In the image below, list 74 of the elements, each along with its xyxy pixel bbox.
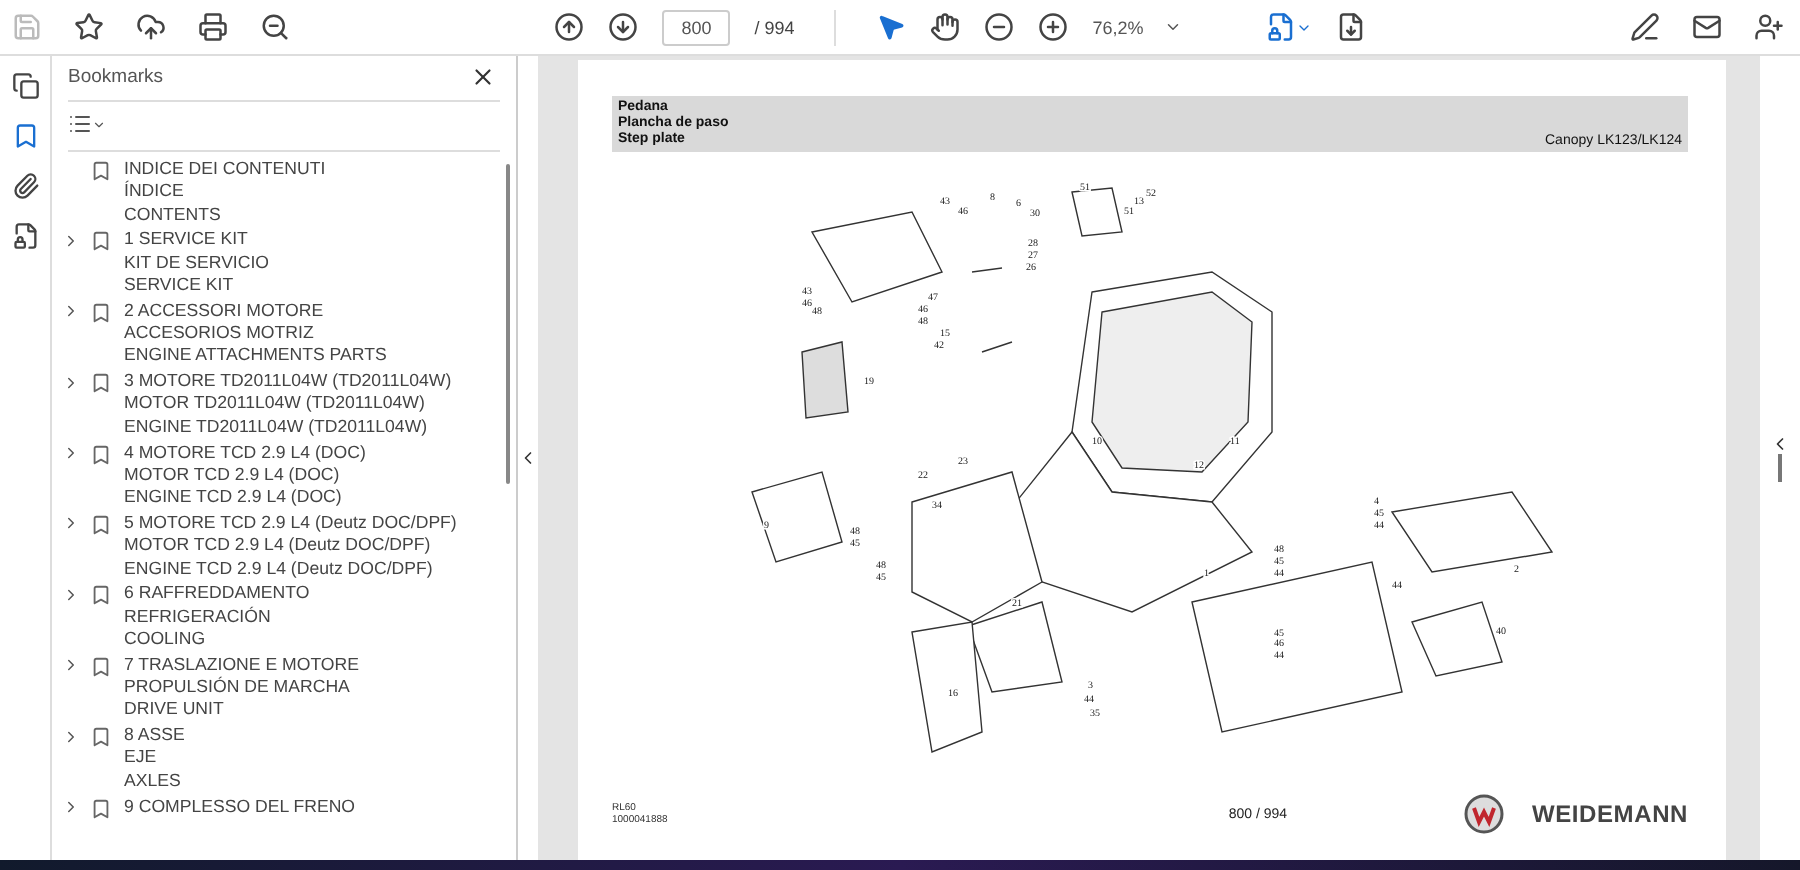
bookmark-item[interactable]: INDICE DEI CONTENUTI [124,158,326,181]
bookmark-item[interactable]: 1 SERVICE KIT [124,228,270,252]
expand-icon[interactable] [62,514,80,533]
bookmark-icon [90,301,112,324]
page-fit-icon[interactable] [1265,12,1312,42]
zoom-plus-icon[interactable] [1038,12,1069,42]
zoom-out-icon[interactable] [260,12,290,42]
previous-page-icon[interactable] [554,12,585,42]
caret-icon [92,117,106,131]
bookmark-icon [90,372,112,395]
bookmark-icon [90,513,112,536]
pointer-icon[interactable] [876,12,907,42]
cloud-upload-icon[interactable] [136,12,166,42]
bookmark-item[interactable]: PROPULSIÓN DE MARCHA [124,676,359,699]
bookmark-item[interactable]: ENGINE ATTACHMENTS PARTS [124,344,387,368]
bookmark-item[interactable]: ACCESORIOS MOTRIZ [124,322,387,345]
bookmark-icon[interactable] [11,122,39,150]
bookmark-item[interactable]: MOTOR TCD 2.9 L4 (Deutz DOC/DPF) [124,534,457,558]
expand-icon[interactable] [62,444,80,463]
bookmark-item[interactable]: CONTENTS [124,203,326,226]
expand-icon[interactable] [62,727,80,746]
bookmark-item[interactable]: 7 TRASLAZIONE E MOTORE [124,653,359,677]
expand-icon[interactable] [62,231,80,250]
scroll-mode-icon[interactable] [1335,12,1366,42]
bookmark-item[interactable]: 6 RAFFREDDAMENTO [124,582,310,606]
bookmark-icon [90,584,112,607]
caret-icon [1163,18,1182,36]
bookmark-icon [90,726,112,749]
print-icon[interactable] [198,12,228,42]
bookmark-item[interactable]: EJE [124,746,185,770]
bookmark-item[interactable]: ENGINE TCD 2.9 L4 (Deutz DOC/DPF) [124,557,457,580]
bookmark-icon [90,443,112,466]
star-icon[interactable] [74,12,104,42]
brand-name: WEIDEMANN [1531,800,1688,828]
expand-icon[interactable] [62,798,80,817]
expand-icon[interactable] [62,373,80,392]
file-lock-icon[interactable] [11,222,39,250]
bookmark-item[interactable]: DRIVE UNIT [124,698,359,722]
expand-icon[interactable] [62,302,80,321]
bookmark-item[interactable]: 4 MOTORE TCD 2.9 L4 (DOC) [124,441,366,464]
hand-icon[interactable] [930,12,961,42]
bookmark-item[interactable]: ENGINE TCD 2.9 L4 (DOC) [124,486,366,509]
bookmark-icon [90,797,112,820]
paperclip-icon[interactable] [11,172,39,200]
next-page-icon[interactable] [608,12,639,42]
bookmark-item[interactable]: 2 ACCESSORI MOTORE [124,299,387,323]
sign-icon[interactable] [1630,12,1660,42]
bookmark-item[interactable]: AXLES [124,769,185,793]
logo-icon [1463,794,1504,834]
bookmark-item[interactable]: ENGINE TD2011L04W (TD2011L04W) [124,415,452,439]
zoom-dropdown[interactable]: 76,2% [1092,17,1182,37]
page-total: / 994 [754,17,795,37]
close-icon[interactable] [470,63,496,89]
bookmark-item[interactable]: MOTOR TCD 2.9 L4 (DOC) [124,463,366,487]
add-user-icon[interactable] [1754,12,1784,42]
pages-icon[interactable] [11,72,39,100]
zoom-minus-icon[interactable] [984,12,1015,42]
page-number-field[interactable]: 800 [662,9,731,45]
expand-icon[interactable] [62,656,80,675]
bookmark-item[interactable]: REFRIGERACIÓN [124,605,310,628]
expand-icon[interactable] [62,585,80,604]
bookmark-item[interactable]: 5 MOTORE TCD 2.9 L4 (Deutz DOC/DPF) [124,511,457,535]
bookmark-item[interactable]: ÍNDICE [124,180,326,204]
bookmark-item[interactable]: SERVICE KIT [124,273,270,297]
bookmark-icon [90,655,112,678]
bookmark-item[interactable]: COOLING [124,627,310,651]
bookmark-item[interactable]: KIT DE SERVICIO [124,251,270,274]
bookmark-icon [90,230,112,253]
panel-title: Bookmarks [68,65,164,87]
bookmark-item[interactable]: 3 MOTORE TD2011L04W (TD2011L04W) [124,370,452,393]
bookmark-item[interactable]: 9 COMPLESSO DEL FRENO [124,795,356,818]
bookmark-item[interactable]: 8 ASSE [124,724,185,747]
bookmark-item[interactable]: MOTOR TD2011L04W (TD2011L04W) [124,392,452,416]
mail-icon[interactable] [1692,12,1722,42]
